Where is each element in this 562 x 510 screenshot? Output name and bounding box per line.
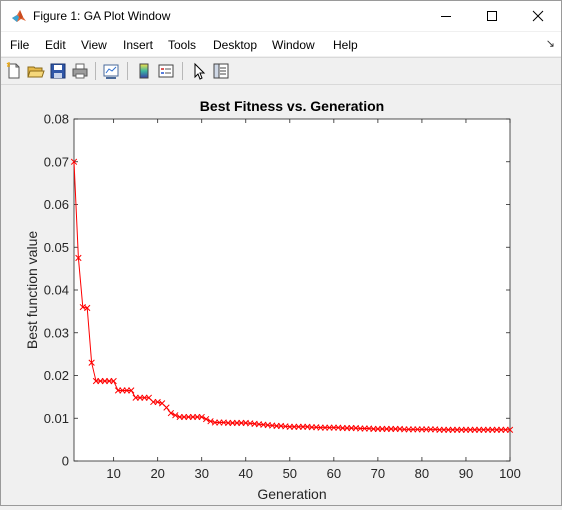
- menu-insert[interactable]: Insert: [123, 38, 153, 52]
- menu-edit[interactable]: Edit: [45, 38, 66, 52]
- x-tick-label: 30: [194, 466, 208, 481]
- y-axis-label: Best function value: [24, 231, 40, 350]
- toolbar-separator: [127, 62, 128, 80]
- y-tick-label: 0.05: [44, 240, 69, 255]
- figure-toolbar: [1, 57, 561, 85]
- x-tick-label: 40: [239, 466, 253, 481]
- dock-arrow-icon[interactable]: ↘: [546, 37, 555, 50]
- close-icon: [532, 10, 544, 22]
- y-tick-label: 0.06: [44, 197, 69, 212]
- toolbar-separator: [182, 62, 183, 80]
- edit-plot-arrow-icon[interactable]: [189, 61, 209, 81]
- menu-bar: File Edit View Insert Tools Desktop Wind…: [1, 32, 561, 56]
- x-tick-label: 100: [499, 466, 521, 481]
- figure-canvas[interactable]: Best Fitness vs. Generation Generation B…: [1, 85, 561, 505]
- window-title: Figure 1: GA Plot Window: [33, 9, 171, 23]
- x-tick-label: 70: [371, 466, 385, 481]
- menu-desktop[interactable]: Desktop: [213, 38, 257, 52]
- menu-window[interactable]: Window: [272, 38, 315, 52]
- insert-colorbar-icon[interactable]: [134, 61, 154, 81]
- minimize-icon: [441, 16, 451, 17]
- link-plot-icon[interactable]: [101, 61, 121, 81]
- menu-view[interactable]: View: [81, 38, 107, 52]
- y-tick-label: 0.03: [44, 325, 69, 340]
- maximize-button[interactable]: [469, 1, 515, 31]
- y-tick-label: 0.02: [44, 368, 69, 383]
- menu-tools[interactable]: Tools: [168, 38, 196, 52]
- print-icon[interactable]: [70, 61, 90, 81]
- x-axis-label: Generation: [257, 486, 326, 502]
- y-tick-label: 0.04: [44, 283, 69, 298]
- new-figure-icon[interactable]: [4, 61, 24, 81]
- property-inspector-icon[interactable]: [211, 61, 231, 81]
- close-button[interactable]: [515, 1, 561, 31]
- insert-legend-icon[interactable]: [156, 61, 176, 81]
- plot-svg: Best Fitness vs. Generation Generation B…: [24, 98, 521, 502]
- x-tick-label: 10: [106, 466, 120, 481]
- y-tick-label: 0.07: [44, 154, 69, 169]
- open-file-icon[interactable]: [26, 61, 46, 81]
- axes-box[interactable]: [73, 118, 511, 462]
- menu-help[interactable]: Help: [333, 38, 358, 52]
- minimize-button[interactable]: [423, 1, 469, 31]
- y-tick-label: 0: [62, 454, 69, 469]
- x-tick-label: 90: [459, 466, 473, 481]
- x-tick-label: 60: [327, 466, 341, 481]
- menu-file[interactable]: File: [10, 38, 29, 52]
- x-tick-label: 50: [283, 466, 297, 481]
- x-tick-label: 80: [415, 466, 429, 481]
- save-icon[interactable]: [48, 61, 68, 81]
- matlab-icon: [12, 10, 26, 22]
- maximize-icon: [487, 11, 497, 21]
- x-tick-label: 20: [150, 466, 164, 481]
- title-bar[interactable]: Figure 1: GA Plot Window: [1, 1, 561, 31]
- chart-title: Best Fitness vs. Generation: [200, 98, 384, 114]
- figure-window: Figure 1: GA Plot Window File Edit View …: [0, 0, 562, 506]
- toolbar-separator: [95, 62, 96, 80]
- y-tick-label: 0.08: [44, 112, 69, 127]
- y-tick-label: 0.01: [44, 411, 69, 426]
